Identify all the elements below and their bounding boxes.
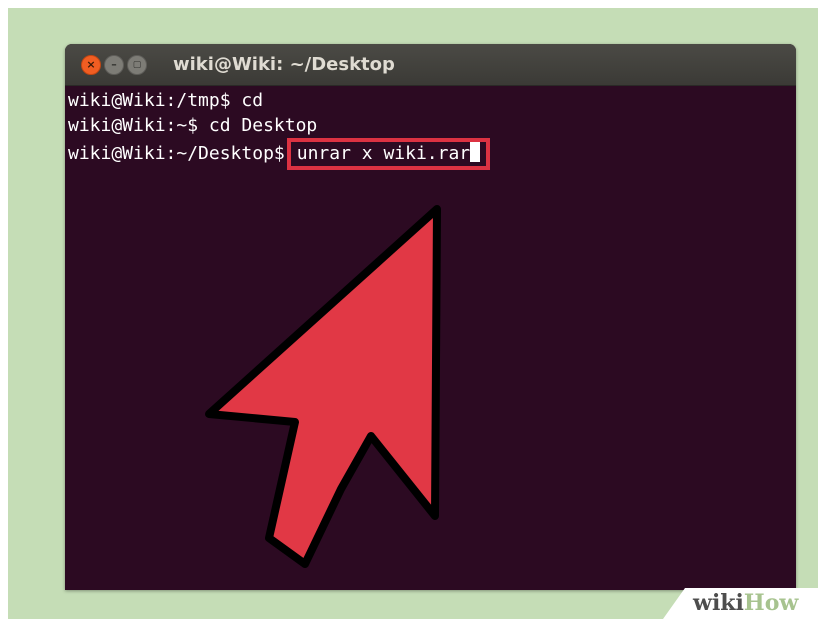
close-window-button[interactable]: ×	[81, 55, 101, 75]
maximize-icon: ▢	[132, 60, 142, 70]
window-title: wiki@Wiki: ~/Desktop	[173, 54, 395, 75]
close-icon: ×	[86, 58, 96, 71]
wikihow-logo: wikiHow	[693, 590, 799, 616]
minimize-icon: –	[111, 58, 117, 71]
wikihow-watermark: wikiHow	[663, 588, 818, 619]
terminal-window[interactable]: × – ▢ wiki@Wiki: ~/Desktop wiki@Wiki:/tm…	[65, 44, 796, 590]
arrow-cursor-icon	[205, 205, 441, 568]
maximize-window-button[interactable]: ▢	[127, 55, 147, 75]
terminal-output[interactable]: wiki@Wiki:/tmp$ cd wiki@Wiki:~$ cd Deskt…	[65, 86, 796, 590]
window-titlebar[interactable]: × – ▢ wiki@Wiki: ~/Desktop	[65, 44, 796, 86]
minimize-window-button[interactable]: –	[104, 55, 124, 75]
